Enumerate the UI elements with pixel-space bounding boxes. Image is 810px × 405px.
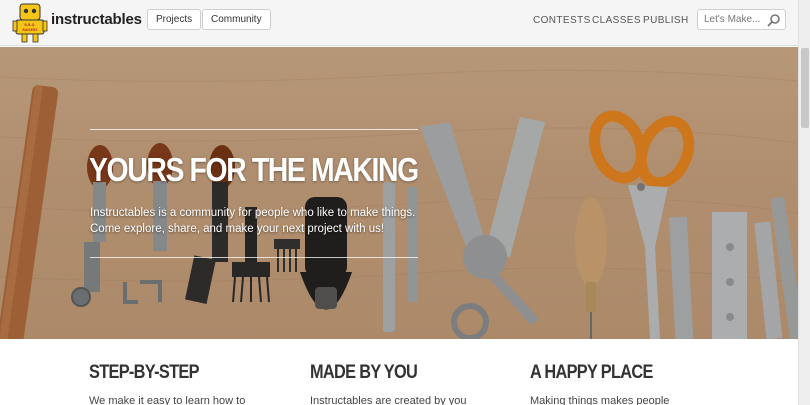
hero-description-line-1: Instructables is a community for people …: [90, 207, 416, 219]
feature-title-step-by-step: STEP-BY-STEP: [89, 362, 199, 383]
publish-link[interactable]: PUBLISH: [643, 15, 689, 26]
contests-link[interactable]: CONTESTS: [533, 15, 591, 26]
feature-text-step-by-step: We make it easy to learn how to: [89, 395, 246, 405]
top-navbar: B.B.Q. RAISERS instructables Projects Co…: [0, 0, 798, 46]
hero-description-line-2: Come explore, share, and make your next …: [90, 223, 385, 235]
svg-text:RAISERS: RAISERS: [22, 28, 38, 32]
hero-overlay: [0, 47, 798, 339]
hero-description: Instructables is a community for people …: [90, 205, 430, 237]
hero-divider-bottom: [90, 257, 418, 258]
brand-name[interactable]: instructables: [51, 11, 142, 28]
hero-title: YOURS FOR THE MAKING: [89, 151, 419, 188]
feature-text-made-by-you: Instructables are created by you: [310, 395, 467, 405]
feature-text-happy-place: Making things makes people: [530, 395, 670, 405]
robot-logo-icon[interactable]: B.B.Q. RAISERS: [12, 2, 48, 44]
search-box[interactable]: [697, 9, 786, 30]
hero-banner: YOURS FOR THE MAKING Instructables is a …: [0, 47, 798, 339]
feature-title-made-by-you: MADE BY YOU: [310, 362, 418, 383]
search-input[interactable]: [698, 10, 768, 29]
feature-title-happy-place: A HAPPY PLACE: [530, 362, 653, 383]
hero-divider-top: [90, 129, 418, 130]
projects-button[interactable]: Projects: [147, 9, 202, 30]
search-icon[interactable]: [767, 13, 781, 27]
svg-text:B.B.Q.: B.B.Q.: [24, 23, 35, 27]
page-scrollbar[interactable]: [798, 0, 810, 405]
classes-link[interactable]: CLASSES: [592, 15, 641, 26]
community-button[interactable]: Community: [202, 9, 271, 30]
scrollbar-thumb[interactable]: [801, 48, 809, 128]
